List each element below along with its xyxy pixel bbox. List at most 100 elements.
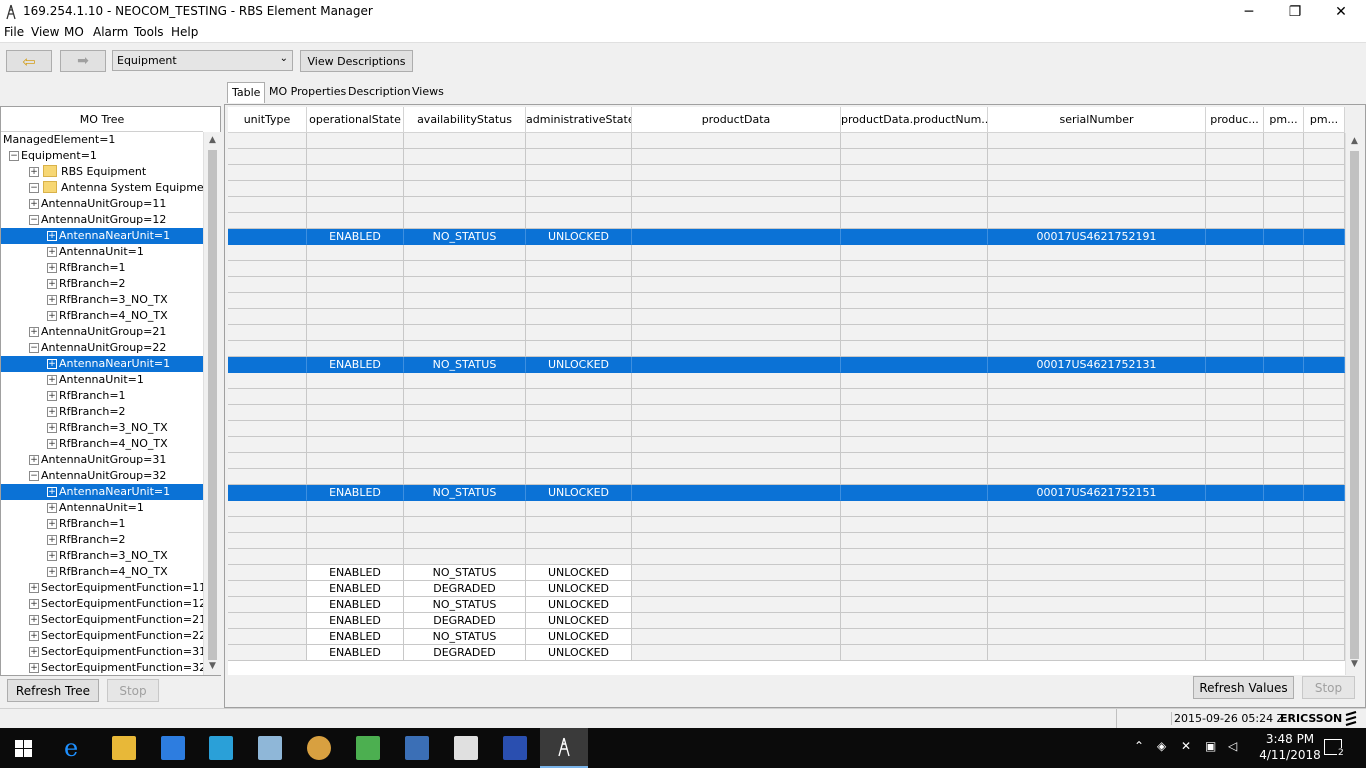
table-cell[interactable] — [526, 389, 632, 405]
table-cell[interactable] — [1206, 597, 1264, 613]
tree-node[interactable]: + AntennaUnit=1 — [1, 244, 203, 260]
table-row[interactable]: ENABLED NO_STATUS UNLOCKED — [228, 597, 1345, 613]
table-cell[interactable]: UNLOCKED — [526, 229, 632, 245]
table-cell[interactable] — [526, 149, 632, 165]
table-cell[interactable] — [404, 373, 526, 389]
table-cell[interactable] — [307, 197, 404, 213]
table-cell[interactable] — [841, 197, 988, 213]
table-cell[interactable] — [632, 197, 841, 213]
table-cell[interactable]: 00017US4621752191 — [988, 229, 1206, 245]
table-row[interactable]: ENABLED NO_STATUS UNLOCKED — [228, 565, 1345, 581]
expand-icon[interactable]: + — [29, 599, 39, 609]
table-cell[interactable] — [988, 293, 1206, 309]
table-cell[interactable] — [1264, 261, 1304, 277]
edge-browser-icon[interactable]: e — [64, 734, 78, 762]
table-cell[interactable] — [841, 229, 988, 245]
table-cell[interactable] — [1264, 133, 1304, 149]
table-cell[interactable]: ENABLED — [307, 597, 404, 613]
table-cell[interactable] — [1304, 245, 1345, 261]
windows-start-icon[interactable] — [15, 740, 32, 757]
table-cell[interactable]: NO_STATUS — [404, 229, 526, 245]
table-cell[interactable] — [632, 133, 841, 149]
table-cell[interactable] — [1264, 245, 1304, 261]
table-cell[interactable] — [228, 341, 307, 357]
table-cell[interactable] — [228, 213, 307, 229]
table-cell[interactable] — [1304, 197, 1345, 213]
table-cell[interactable] — [404, 549, 526, 565]
table-cell[interactable]: NO_STATUS — [404, 597, 526, 613]
table-cell[interactable] — [841, 453, 988, 469]
expand-icon[interactable]: + — [47, 503, 57, 513]
table-cell[interactable] — [307, 469, 404, 485]
table-cell[interactable] — [988, 581, 1206, 597]
table-cell[interactable] — [841, 389, 988, 405]
table-cell[interactable] — [1264, 421, 1304, 437]
table-row[interactable] — [228, 501, 1345, 517]
table-cell[interactable] — [526, 309, 632, 325]
table-cell[interactable] — [307, 373, 404, 389]
table-cell[interactable] — [307, 501, 404, 517]
table-cell[interactable] — [1264, 293, 1304, 309]
table-cell[interactable] — [841, 309, 988, 325]
expand-icon[interactable]: + — [47, 551, 57, 561]
tree-node[interactable]: + AntennaUnitGroup=11 — [1, 196, 203, 212]
column-header[interactable]: administrativeState — [526, 107, 632, 133]
table-cell[interactable] — [632, 325, 841, 341]
table-scroll-down-icon[interactable]: ▼ — [1346, 659, 1363, 669]
tree-node[interactable]: + SectorEquipmentFunction=31 — [1, 644, 203, 660]
table-cell[interactable]: DEGRADED — [404, 645, 526, 661]
table-cell[interactable] — [632, 405, 841, 421]
tree-node[interactable]: + RfBranch=2 — [1, 404, 203, 420]
table-cell[interactable] — [632, 181, 841, 197]
tree-node[interactable]: − AntennaUnitGroup=32 — [1, 468, 203, 484]
tree-stop-button[interactable]: Stop — [107, 679, 159, 702]
table-cell[interactable] — [1206, 453, 1264, 469]
table-cell[interactable] — [307, 261, 404, 277]
table-cell[interactable] — [841, 629, 988, 645]
table-cell[interactable] — [404, 533, 526, 549]
table-cell[interactable] — [1206, 517, 1264, 533]
table-cell[interactable] — [988, 645, 1206, 661]
table-row[interactable] — [228, 437, 1345, 453]
table-cell[interactable] — [526, 517, 632, 533]
table-cell[interactable] — [1206, 341, 1264, 357]
table-cell[interactable] — [632, 549, 841, 565]
table-cell[interactable] — [1206, 469, 1264, 485]
table-cell[interactable] — [307, 517, 404, 533]
refresh-values-button[interactable]: Refresh Values — [1193, 676, 1294, 699]
table-cell[interactable] — [404, 133, 526, 149]
table-cell[interactable] — [307, 453, 404, 469]
table-cell[interactable]: ENABLED — [307, 629, 404, 645]
table-cell[interactable] — [404, 501, 526, 517]
back-button[interactable]: ⇦ — [6, 50, 52, 72]
table-cell[interactable] — [841, 533, 988, 549]
table-cell[interactable] — [841, 613, 988, 629]
table-cell[interactable] — [228, 389, 307, 405]
collapse-icon[interactable]: − — [9, 151, 19, 161]
table-cell[interactable] — [1264, 165, 1304, 181]
table-cell[interactable] — [1264, 197, 1304, 213]
table-cell[interactable] — [988, 277, 1206, 293]
tree-node[interactable]: + AntennaNearUnit=1 — [1, 484, 203, 500]
table-cell[interactable] — [1304, 533, 1345, 549]
table-cell[interactable] — [1206, 389, 1264, 405]
table-cell[interactable] — [1206, 293, 1264, 309]
table-cell[interactable] — [841, 277, 988, 293]
table-cell[interactable] — [228, 469, 307, 485]
table-cell[interactable] — [632, 645, 841, 661]
table-cell[interactable] — [632, 453, 841, 469]
table-cell[interactable]: NO_STATUS — [404, 485, 526, 501]
table-cell[interactable] — [1304, 581, 1345, 597]
tree-node[interactable]: + RfBranch=3_NO_TX — [1, 548, 203, 564]
table-row[interactable] — [228, 149, 1345, 165]
table-cell[interactable] — [1206, 277, 1264, 293]
table-cell[interactable] — [988, 261, 1206, 277]
table-cell[interactable] — [1264, 149, 1304, 165]
table-cell[interactable] — [228, 309, 307, 325]
table-cell[interactable]: 00017US4621752131 — [988, 357, 1206, 373]
collapse-icon[interactable]: − — [29, 183, 39, 193]
table-cell[interactable] — [1264, 213, 1304, 229]
expand-icon[interactable]: + — [47, 535, 57, 545]
table-cell[interactable] — [1304, 325, 1345, 341]
tree-node[interactable]: + AntennaUnit=1 — [1, 500, 203, 516]
